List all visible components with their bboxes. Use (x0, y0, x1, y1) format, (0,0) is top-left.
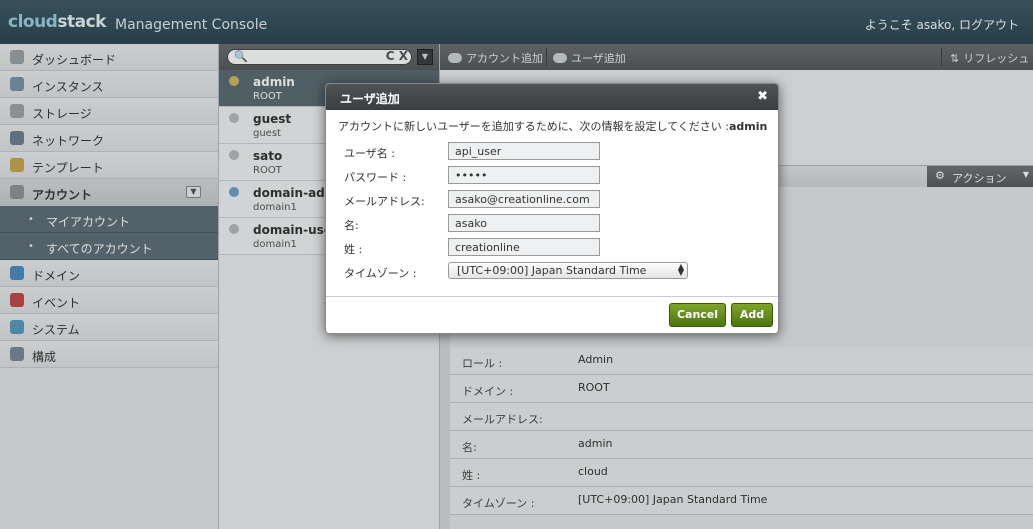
dialog-divider (326, 296, 778, 297)
timezone-select[interactable]: [UTC+09:00] Japan Standard Time ▲ ▼ (448, 262, 688, 279)
dialog-description: アカウントに新しいユーザーを追加するために、次の情報を設定してください :adm… (338, 120, 768, 133)
cancel-button[interactable]: Cancel (669, 303, 726, 327)
username-label: ユーザ名 : (344, 147, 395, 160)
add-user-dialog: ユーザ追加 ✖ アカウントに新しいユーザーを追加するために、次の情報を設定してく… (325, 83, 779, 334)
select-arrows-icon: ▲ ▼ (677, 262, 684, 277)
dialog-title: ユーザ追加 (340, 92, 400, 106)
email-field[interactable] (448, 190, 600, 208)
timezone-label: タイムゾーン : (344, 267, 417, 280)
first-name-field[interactable] (448, 214, 600, 232)
last-name-label: 姓 : (344, 243, 363, 256)
password-field[interactable] (448, 166, 600, 184)
username-field[interactable] (448, 142, 600, 160)
first-name-label: 名: (344, 219, 359, 232)
password-label: パスワード : (344, 171, 407, 184)
close-icon[interactable]: ✖ (757, 89, 768, 104)
email-label: メールアドレス: (344, 195, 425, 208)
add-button[interactable]: Add (731, 303, 773, 327)
dialog-title-bar: ユーザ追加 ✖ (326, 84, 778, 110)
last-name-field[interactable] (448, 238, 600, 256)
